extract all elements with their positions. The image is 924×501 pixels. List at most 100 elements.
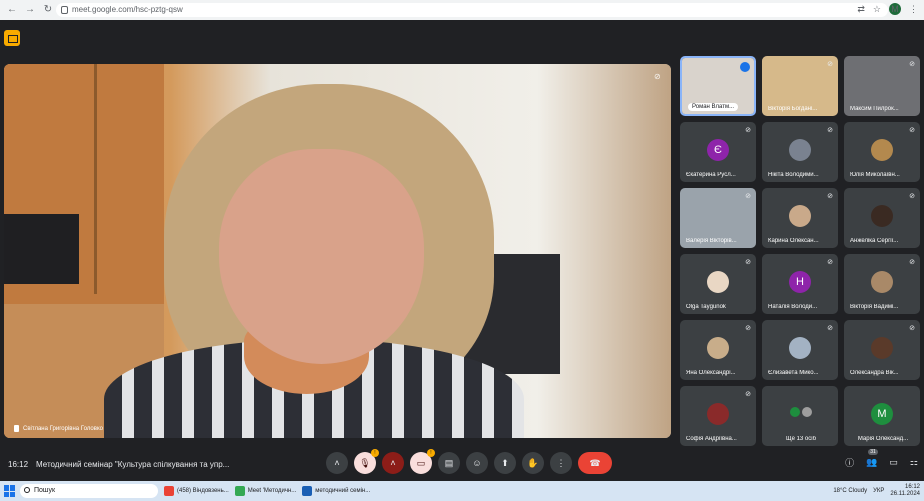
participant-avatar — [707, 271, 729, 293]
camera-toggle-button[interactable]: ▭! — [410, 449, 435, 474]
participant-avatar — [871, 271, 893, 293]
participant-avatar: Н — [789, 271, 811, 293]
mic-off-icon: ⊘ — [909, 61, 915, 68]
reactions-button[interactable]: ☺ — [466, 452, 488, 474]
tile-label: Яна Олександрі... — [686, 370, 736, 376]
participant-tile[interactable]: ⊘ Олександра Вік... — [844, 320, 920, 380]
participant-tile[interactable]: ⊘ Вікторія Богдані... — [762, 56, 838, 116]
participant-tile[interactable]: ⊘ Юлія Миколаївн... — [844, 122, 920, 182]
mic-toggle-button[interactable]: 🎙! — [354, 449, 379, 474]
people-icon[interactable]: 👥 31 — [866, 449, 878, 468]
taskbar-search[interactable]: Пошук — [20, 484, 158, 498]
participant-tile[interactable]: Роман Влатм... — [680, 56, 756, 116]
participant-avatar — [707, 403, 729, 425]
bookmark-star-icon[interactable]: ☆ — [873, 4, 881, 15]
mic-off-icon: 🎙 — [359, 457, 371, 468]
clock-time: 16:12 — [904, 484, 920, 490]
captions-icon: ▤ — [444, 457, 454, 468]
participant-avatar — [871, 337, 893, 359]
participant-tile[interactable]: Є ⊘ Єкатерина Русл... — [680, 122, 756, 182]
tile-label: Роман Влатм... — [688, 103, 739, 111]
mic-off-icon: ⊘ — [827, 259, 833, 266]
participant-tile[interactable]: M Марія Олександ... — [844, 386, 920, 446]
participant-avatar — [789, 205, 811, 227]
taskbar-app[interactable]: Meet 'Методичн... — [234, 484, 296, 498]
hand-icon: ✋ — [527, 457, 539, 468]
mic-off-icon: ⊘ — [745, 259, 751, 266]
profile-avatar[interactable]: M — [889, 3, 901, 15]
address-bar[interactable]: meet.google.com/hsc-pztg-qsw — [56, 3, 888, 17]
browser-toolbar: ← → ↻ meet.google.com/hsc-pztg-qsw ⇄ ☆ M… — [0, 0, 924, 20]
meet-window: ⊘ Світлана Григорівна Головко Роман Влат… — [0, 20, 924, 481]
more-video-options-button[interactable]: ˄ — [382, 452, 404, 474]
mic-off-icon: ⊘ — [827, 325, 833, 332]
taskbar-app[interactable]: (458) Віндовзень... — [164, 484, 229, 498]
participant-count: 31 — [868, 449, 878, 455]
forward-icon[interactable]: → — [24, 4, 36, 16]
chevron-up-icon: ˄ — [334, 458, 340, 468]
participant-avatar — [871, 205, 893, 227]
tile-label: Анжеліка Сергії... — [850, 238, 899, 244]
participant-tile[interactable]: ⊘ Валерія Вікторів... — [680, 188, 756, 248]
tile-label: Ще 13 осіб — [785, 436, 817, 442]
more-participants-avatars — [789, 406, 813, 418]
info-icon[interactable]: ⓘ — [845, 456, 854, 469]
windows-start-icon[interactable] — [3, 484, 17, 498]
warning-badge: ! — [371, 449, 379, 457]
clock-date: 26.11.2024 — [890, 491, 920, 497]
participant-tile[interactable]: ⊘ Максим Пилрок... — [844, 56, 920, 116]
more-options-button[interactable]: ⋮ — [550, 452, 572, 474]
chevron-up-icon: ˄ — [390, 458, 396, 468]
tile-label: Вікторія Богдані... — [768, 106, 818, 112]
language-indicator[interactable]: УКР — [873, 488, 884, 494]
participant-tile[interactable]: ⊘ Єлизавета Мико... — [762, 320, 838, 380]
kebab-icon: ⋮ — [556, 457, 566, 468]
mic-off-icon: ⊘ — [909, 259, 915, 266]
tile-label: Olga Taygunok — [686, 304, 726, 310]
activities-icon[interactable]: ⚏ — [910, 457, 918, 468]
raise-hand-button[interactable]: ✋ — [522, 452, 544, 474]
tile-label: Максим Пилрок... — [850, 106, 899, 112]
site-info-icon[interactable] — [61, 6, 68, 14]
participant-tile[interactable]: ⊘ Карина Олексан... — [762, 188, 838, 248]
tile-label: Вікторія Вадимі... — [850, 304, 899, 310]
app-icon — [302, 486, 313, 496]
participant-tile[interactable]: ⊘ Анжеліка Сергії... — [844, 188, 920, 248]
pin-icon[interactable] — [14, 425, 19, 432]
back-icon[interactable]: ← — [6, 4, 18, 16]
tile-label: Марія Олександ... — [857, 436, 909, 442]
mic-off-icon: ⊘ — [909, 325, 915, 332]
translate-icon[interactable]: ⇄ — [857, 4, 865, 15]
reload-icon[interactable]: ↻ — [42, 4, 54, 16]
mic-off-icon: ⊘ — [827, 127, 833, 134]
more-audio-options-button[interactable]: ˄ — [326, 452, 348, 474]
captions-button[interactable]: ▤ — [438, 452, 460, 474]
present-button[interactable]: ⬆ — [494, 452, 516, 474]
participant-avatar — [871, 139, 893, 161]
video-monitor — [4, 214, 79, 284]
mic-off-icon: ⊘ — [827, 61, 833, 68]
participant-avatar — [801, 406, 813, 418]
hang-up-icon: ☎ — [589, 457, 601, 468]
chat-icon[interactable]: ▭ — [889, 457, 898, 468]
emoji-icon: ☺ — [472, 458, 482, 468]
warning-badge: ! — [427, 449, 435, 457]
menu-kebab-icon[interactable]: ⋮ — [909, 4, 918, 15]
mic-off-icon: ⊘ — [745, 193, 751, 200]
taskbar-app[interactable]: методичний семін... — [302, 484, 370, 498]
main-speaker-video[interactable]: ⊘ Світлана Григорівна Головко — [4, 64, 671, 438]
meeting-info-icon[interactable] — [4, 30, 20, 46]
taskbar-app-label: методичний семін... — [315, 488, 371, 494]
app-icon — [234, 486, 245, 496]
participant-tile[interactable]: Ще 13 осіб — [762, 386, 838, 446]
taskbar-clock[interactable]: 16:12 26.11.2024 — [890, 484, 920, 498]
participant-tile[interactable]: ⊘ Нікіта Володими... — [762, 122, 838, 182]
participant-tile[interactable]: ⊘ Софія Андріївна... — [680, 386, 756, 446]
participant-tile[interactable]: ⊘ Olga Taygunok — [680, 254, 756, 314]
leave-call-button[interactable]: ☎ — [578, 452, 612, 474]
participant-avatar — [789, 337, 811, 359]
participant-tile[interactable]: Н ⊘ Наталія Володи... — [762, 254, 838, 314]
tile-label: Олександра Вік... — [850, 370, 899, 376]
participant-tile[interactable]: ⊘ Вікторія Вадимі... — [844, 254, 920, 314]
participant-tile[interactable]: ⊘ Яна Олександрі... — [680, 320, 756, 380]
